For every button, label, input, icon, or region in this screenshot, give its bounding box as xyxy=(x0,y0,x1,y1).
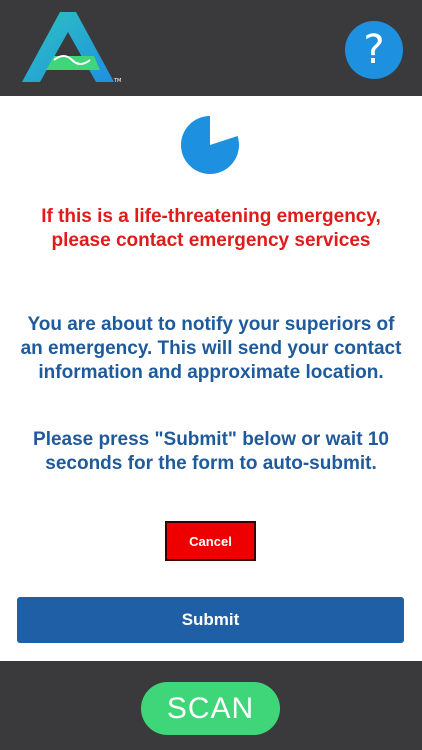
svg-text:TM: TM xyxy=(113,78,121,84)
emergency-warning-text: If this is a life-threatening emergency,… xyxy=(41,206,381,251)
countdown-pie-fill xyxy=(180,116,239,174)
top-bar: TM ? xyxy=(0,0,422,96)
help-button[interactable]: ? xyxy=(345,21,403,79)
cancel-button[interactable]: Cancel xyxy=(165,521,256,561)
bottom-bar: SCAN xyxy=(0,661,422,750)
emergency-screen: TM ? If this is a life-threatening emerg… xyxy=(0,0,422,750)
notification-info-text: You are about to notify your superiors o… xyxy=(20,314,402,383)
scan-button[interactable]: SCAN xyxy=(141,682,280,735)
handshake-a-logo-icon: TM xyxy=(16,10,124,86)
countdown-pie-icon xyxy=(179,114,241,176)
submit-button[interactable]: Submit xyxy=(17,597,404,643)
emergency-panel: If this is a life-threatening emergency,… xyxy=(0,96,422,661)
auto-submit-instructions: Please press "Submit" below or wait 10 s… xyxy=(33,429,389,474)
question-mark-icon: ? xyxy=(363,27,385,73)
